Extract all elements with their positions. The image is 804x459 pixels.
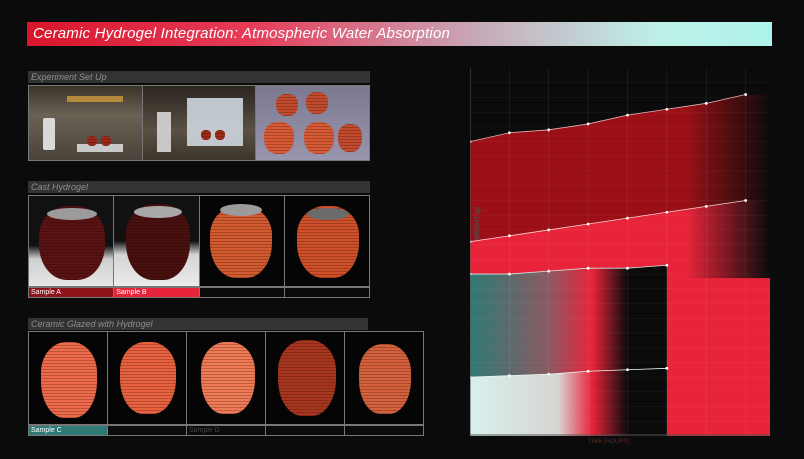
glazed-photo-strip: [28, 331, 424, 425]
series-3-point: [507, 272, 511, 276]
series-3-point: [665, 263, 669, 267]
setup-panel-label: Experiment Set Up: [28, 71, 370, 83]
series-4-area: [470, 368, 667, 436]
caption-empty-4: [285, 288, 369, 297]
page-title: Ceramic Hydrogel Integration: Atmospheri…: [33, 25, 451, 42]
weight-chart: [470, 68, 770, 436]
series-2-point: [586, 222, 590, 226]
caption-sample-d: Sample D: [187, 426, 266, 435]
cast-panel: Cast Hydrogel Sample A Sample B: [28, 181, 370, 299]
glazed-photo-4[interactable]: [266, 332, 345, 424]
series-2-point: [704, 204, 708, 208]
cast-photo-sample-b[interactable]: [114, 196, 200, 286]
series-1-point: [507, 131, 511, 135]
x-axis-label: TIME (HOURS): [588, 439, 630, 445]
cast-panel-label: Cast Hydrogel: [28, 181, 370, 193]
setup-panel: Experiment Set Up: [28, 71, 370, 161]
caption-sample-c: Sample C: [29, 426, 108, 435]
setup-photo-3[interactable]: [256, 86, 370, 160]
setup-photo-2[interactable]: [142, 86, 257, 160]
cast-caption-row: Sample A Sample B: [28, 287, 370, 298]
series-4-point: [626, 368, 629, 372]
cast-photo-4[interactable]: [284, 196, 369, 286]
glazed-photo-5[interactable]: [345, 332, 423, 424]
glazed-photo-sample-c[interactable]: [29, 332, 108, 424]
glazed-caption-row: Sample C Sample D: [28, 425, 424, 436]
setup-photo-1[interactable]: [29, 86, 143, 160]
cast-photo-strip: [28, 195, 370, 287]
series-2-point: [626, 216, 629, 220]
series-3-point: [586, 266, 590, 270]
series-2-point: [507, 234, 511, 238]
series-4-point: [547, 372, 551, 376]
series-3-point: [547, 269, 551, 273]
caption-empty-5: [345, 426, 423, 435]
series-2-point: [665, 210, 669, 214]
caption-empty-2: [108, 426, 187, 435]
series-4-point: [586, 369, 590, 373]
chart-areas: [470, 68, 770, 436]
series-1-point: [626, 113, 629, 117]
series-4-point: [507, 374, 511, 378]
series-1-point: [665, 107, 669, 111]
title-banner: Ceramic Hydrogel Integration: Atmospheri…: [27, 22, 772, 46]
setup-photo-strip: [28, 85, 370, 161]
series-1-point: [547, 128, 551, 132]
caption-sample-b: Sample B: [114, 288, 200, 297]
glazed-photo-sample-d[interactable]: [187, 332, 266, 424]
series-2-point: [744, 199, 748, 202]
caption-empty-4: [266, 426, 345, 435]
cast-photo-3[interactable]: [199, 196, 285, 286]
series-4-point: [665, 366, 669, 370]
glazed-photo-2[interactable]: [108, 332, 187, 424]
series-1-point: [586, 122, 590, 126]
series-1-point: [704, 101, 708, 105]
glazed-panel-label: Ceramic Glazed with Hydrogel: [28, 318, 368, 330]
cast-photo-sample-a[interactable]: [29, 196, 115, 286]
series-3-point: [626, 266, 629, 270]
caption-empty-3: [200, 288, 285, 297]
series-2-point: [547, 228, 551, 232]
caption-sample-a: Sample A: [29, 288, 115, 297]
y-axis-label: WEIGHT (g): [475, 207, 481, 240]
series-1-point: [744, 93, 748, 96]
glazed-panel: Ceramic Glazed with Hydrogel Sample C Sa…: [28, 318, 424, 436]
